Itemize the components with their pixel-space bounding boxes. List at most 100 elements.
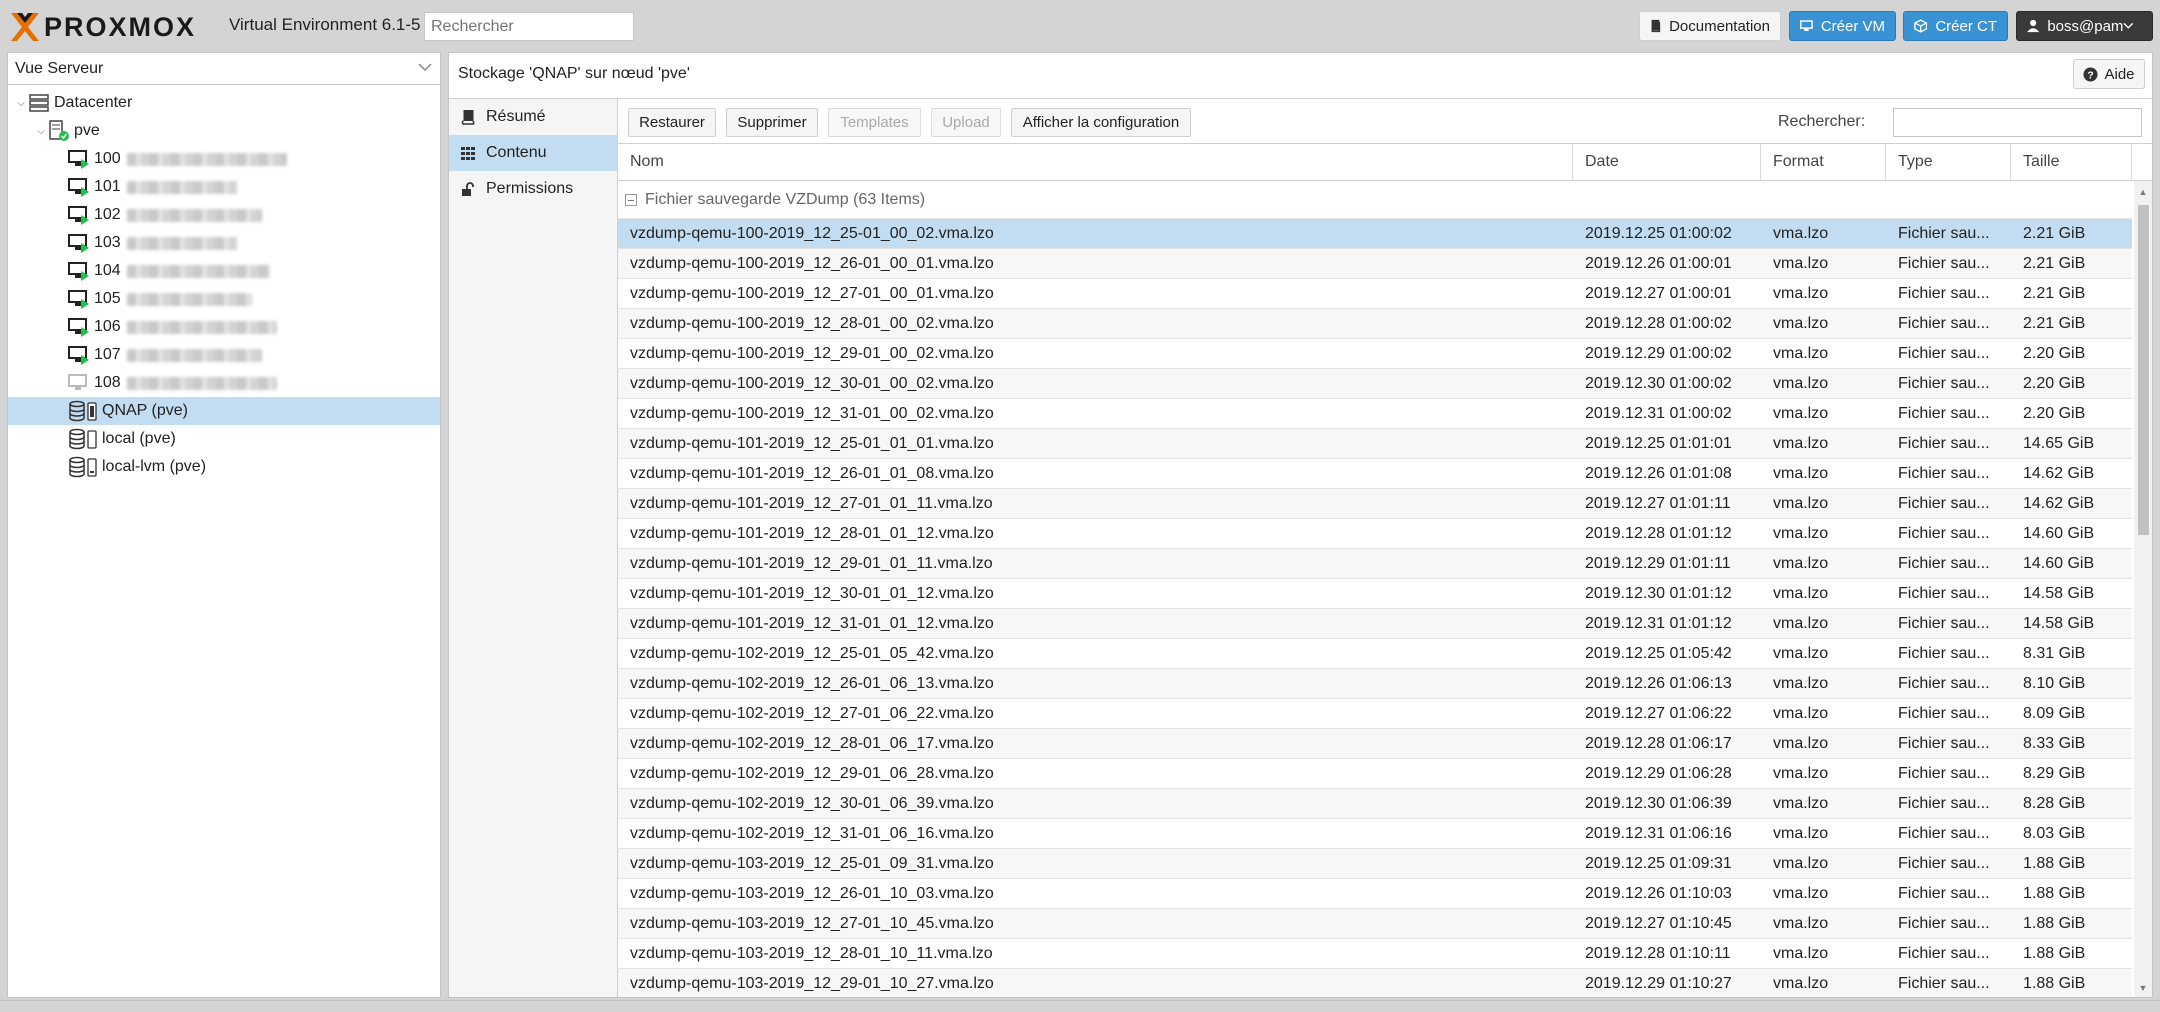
tree-node-vm[interactable]: 105 [8,285,440,313]
group-header-row[interactable]: Fichier sauvegarde VZDump (63 Items) [618,181,2132,219]
table-row[interactable]: vzdump-qemu-102-2019_12_28-01_06_17.vma.… [618,729,2132,759]
tree-node-vm[interactable]: 103 [8,229,440,257]
show-config-button[interactable]: Afficher la configuration [1011,108,1191,137]
collapse-toggle-icon[interactable]: ⌵ [14,98,28,109]
cell-nom: vzdump-qemu-100-2019_12_31-01_00_02.vma.… [630,405,994,422]
vm-id: 107 [94,346,121,363]
table-row[interactable]: vzdump-qemu-101-2019_12_29-01_01_11.vma.… [618,549,2132,579]
cell-format: vma.lzo [1773,525,1829,542]
column-header-nom[interactable]: Nom [618,144,1573,180]
cell-format: vma.lzo [1773,405,1829,422]
cell-date: 2019.12.26 01:00:01 [1585,255,1732,272]
tree-node-vm[interactable]: 104 [8,257,440,285]
cell-type: Fichier sau... [1898,795,1990,812]
table-row[interactable]: vzdump-qemu-101-2019_12_30-01_01_12.vma.… [618,579,2132,609]
global-search-input[interactable] [424,12,634,41]
table-row[interactable]: vzdump-qemu-101-2019_12_25-01_01_01.vma.… [618,429,2132,459]
cell-type: Fichier sau... [1898,735,1990,752]
grid-icon [461,146,475,160]
table-row[interactable]: vzdump-qemu-102-2019_12_29-01_06_28.vma.… [618,759,2132,789]
cell-taille: 1.88 GiB [2023,975,2086,992]
redacted-vm-name [126,292,252,306]
cell-nom: vzdump-qemu-101-2019_12_30-01_01_12.vma.… [630,585,994,602]
table-row[interactable]: vzdump-qemu-100-2019_12_31-01_00_02.vma.… [618,399,2132,429]
nav-permissions[interactable]: Permissions [449,171,617,207]
tree-node-label: pve [74,122,100,139]
nav-contenu[interactable]: Contenu [449,135,617,171]
top-bar: PROXMOX Virtual Environment 6.1-5 Docume… [0,0,2160,52]
table-row[interactable]: vzdump-qemu-102-2019_12_27-01_06_22.vma.… [618,699,2132,729]
tree-node-pve[interactable]: ⌵ pve [8,117,440,145]
table-row[interactable]: vzdump-qemu-100-2019_12_27-01_00_01.vma.… [618,279,2132,309]
column-header-label: Nom [630,153,664,170]
table-row[interactable]: vzdump-qemu-101-2019_12_26-01_01_08.vma.… [618,459,2132,489]
scroll-down-icon[interactable]: ▼ [2138,983,2148,993]
vertical-scrollbar[interactable]: ▲ ▼ [2134,181,2152,997]
cell-format: vma.lzo [1773,855,1829,872]
column-header-type[interactable]: Type [1886,144,2011,180]
table-row[interactable]: vzdump-qemu-102-2019_12_25-01_05_42.vma.… [618,639,2132,669]
table-row[interactable]: vzdump-qemu-100-2019_12_28-01_00_02.vma.… [618,309,2132,339]
restore-button[interactable]: Restaurer [628,108,716,137]
log-panel-splitter[interactable] [0,1000,2160,1012]
upload-button[interactable]: Upload [931,108,1001,137]
table-row[interactable]: vzdump-qemu-100-2019_12_26-01_00_01.vma.… [618,249,2132,279]
table-row[interactable]: vzdump-qemu-102-2019_12_31-01_06_16.vma.… [618,819,2132,849]
table-row[interactable]: vzdump-qemu-100-2019_12_29-01_00_02.vma.… [618,339,2132,369]
resource-tree-panel: Vue Serveur ⌵ Datacenter ⌵ pve 100 101 1… [7,52,441,998]
scroll-up-icon[interactable]: ▲ [2138,187,2148,197]
create-vm-button[interactable]: Créer VM [1789,11,1896,41]
vm-id: 103 [94,234,121,251]
table-row[interactable]: vzdump-qemu-101-2019_12_31-01_01_12.vma.… [618,609,2132,639]
tree-node-vm[interactable]: 106 [8,313,440,341]
tree-node-datacenter[interactable]: ⌵ Datacenter [8,89,440,117]
table-row[interactable]: vzdump-qemu-100-2019_12_30-01_00_02.vma.… [618,369,2132,399]
book-icon [1651,19,1661,33]
help-button[interactable]: ? Aide [2073,59,2145,89]
table-row[interactable]: vzdump-qemu-103-2019_12_28-01_10_11.vma.… [618,939,2132,969]
cell-taille: 14.62 GiB [2023,465,2095,482]
redacted-vm-name [126,376,277,390]
view-selector[interactable]: Vue Serveur [8,53,440,85]
proxmox-logo[interactable]: PROXMOX [8,10,196,44]
collapse-toggle-icon[interactable]: ⌵ [34,126,48,137]
content-search-input[interactable] [1893,108,2142,137]
vm-running-icon [68,176,90,198]
documentation-button[interactable]: Documentation [1639,11,1781,41]
cell-taille: 1.88 GiB [2023,915,2086,932]
table-row[interactable]: vzdump-qemu-102-2019_12_30-01_06_39.vma.… [618,789,2132,819]
table-row[interactable]: vzdump-qemu-100-2019_12_25-01_00_02.vma.… [618,219,2132,249]
user-menu-button[interactable]: boss@pam [2016,11,2153,41]
table-row[interactable]: vzdump-qemu-103-2019_12_27-01_10_45.vma.… [618,909,2132,939]
tree-node-vm[interactable]: 102 [8,201,440,229]
delete-button[interactable]: Supprimer [726,108,818,137]
tree-node-vm[interactable]: 100 [8,145,440,173]
tree-node-vm[interactable]: 101 [8,173,440,201]
table-row[interactable]: vzdump-qemu-103-2019_12_29-01_10_27.vma.… [618,969,2132,997]
create-ct-button[interactable]: Créer CT [1903,11,2008,41]
collapse-group-icon[interactable] [625,193,637,206]
table-row[interactable]: vzdump-qemu-103-2019_12_26-01_10_03.vma.… [618,879,2132,909]
cell-date: 2019.12.27 01:06:22 [1585,705,1732,722]
column-header-taille[interactable]: Taille [2011,144,2132,180]
tree-node-storage-local[interactable]: local (pve) [8,425,440,453]
tree-node-vm[interactable]: 107 [8,341,440,369]
table-row[interactable]: vzdump-qemu-102-2019_12_26-01_06_13.vma.… [618,669,2132,699]
table-row[interactable]: vzdump-qemu-101-2019_12_28-01_01_12.vma.… [618,519,2132,549]
cell-date: 2019.12.29 01:06:28 [1585,765,1732,782]
tree-node-vm[interactable]: 108 [8,369,440,397]
scrollbar-thumb[interactable] [2138,205,2149,535]
table-row[interactable]: vzdump-qemu-101-2019_12_27-01_01_11.vma.… [618,489,2132,519]
tree-node-storage-qnap[interactable]: QNAP (pve) [8,397,440,425]
templates-button[interactable]: Templates [828,108,921,137]
table-row[interactable]: vzdump-qemu-103-2019_12_25-01_09_31.vma.… [618,849,2132,879]
cell-type: Fichier sau... [1898,765,1990,782]
backup-rows: vzdump-qemu-100-2019_12_25-01_00_02.vma.… [618,219,2132,997]
column-header-date[interactable]: Date [1573,144,1761,180]
cell-date: 2019.12.31 01:00:02 [1585,405,1732,422]
column-header-format[interactable]: Format [1761,144,1886,180]
nav-resume[interactable]: Résumé [449,99,617,135]
tree-node-storage-local-lvm[interactable]: local-lvm (pve) [8,453,440,481]
vm-running-icon [68,148,90,170]
cell-type: Fichier sau... [1898,855,1990,872]
